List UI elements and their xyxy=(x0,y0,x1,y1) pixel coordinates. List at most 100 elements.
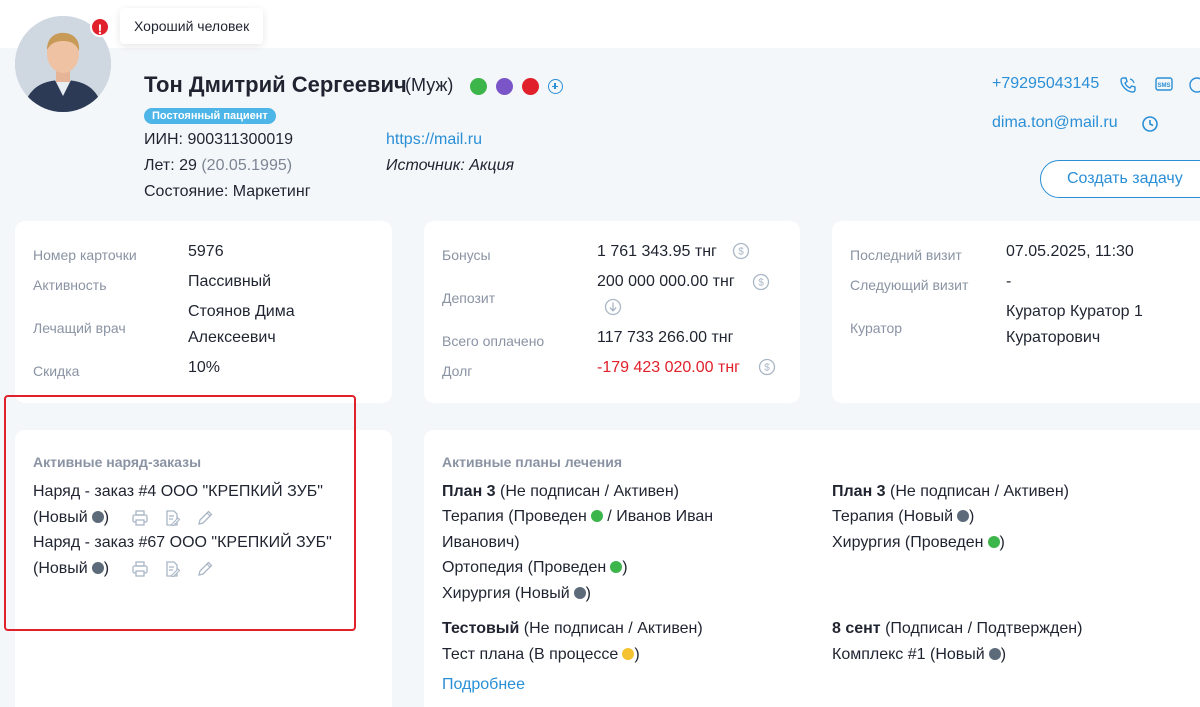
status-dot xyxy=(987,536,1000,548)
status-badge: Постоянный пациент xyxy=(144,108,276,124)
clock-icon[interactable] xyxy=(1141,115,1159,133)
plan-item-text: Хирургия (Новый xyxy=(442,585,570,602)
card-number-label: Номер карточки xyxy=(33,247,137,263)
plan-item: Комплекс #1 (Новый) xyxy=(832,642,1006,668)
card-number-value: 5976 xyxy=(188,243,224,260)
plan-name: План 3 xyxy=(442,483,496,500)
plan-item-close: ) xyxy=(969,508,975,525)
bonuses-value: 1 761 343.95 тнг xyxy=(597,243,717,260)
phone-icon[interactable] xyxy=(1119,76,1137,94)
bonuses-label: Бонусы xyxy=(442,247,491,263)
plan-header[interactable]: 8 сент (Подписан / Подтвержден) xyxy=(832,616,1082,642)
status-dot xyxy=(610,561,623,573)
plan-state: (Не подписан / Активен) xyxy=(890,483,1069,500)
doctor-label: Лечащий врач xyxy=(33,320,126,336)
tag-dot-red[interactable] xyxy=(522,78,539,95)
plan-state: (Не подписан / Активен) xyxy=(523,620,703,637)
plan-item: Хирургия (Проведен) xyxy=(832,530,1005,556)
highlight-frame xyxy=(4,395,356,631)
iin-value: 900311300019 xyxy=(187,131,294,148)
curator-value-line1: Куратор Куратор 1 xyxy=(1006,303,1143,320)
plan-item-text: Тест плана (В процессе xyxy=(442,646,619,663)
sms-icon[interactable]: SMS xyxy=(1155,76,1173,94)
plan-header[interactable]: План 3 (Не подписан / Активен) xyxy=(442,479,679,505)
curator-label: Куратор xyxy=(850,320,903,336)
plan-name: 8 сент xyxy=(832,620,881,637)
next-visit-label: Следующий визит xyxy=(850,277,969,293)
iin-row: ИИН: 900311300019 xyxy=(144,131,293,149)
patient-gender: (Муж) xyxy=(405,75,454,95)
plan-header[interactable]: Тестовый (Не подписан / Активен) xyxy=(442,616,703,642)
plan-item-close: ) xyxy=(1000,646,1007,663)
plan-item-text: Комплекс #1 (Новый xyxy=(832,646,985,663)
deposit-coin-icon[interactable]: $ xyxy=(752,273,770,291)
create-task-button[interactable]: Создать задачу xyxy=(1040,160,1200,198)
add-tag-icon[interactable] xyxy=(548,79,563,94)
deposit-label: Депозит xyxy=(442,290,496,306)
plan-item-close: ) xyxy=(585,585,591,602)
alert-icon[interactable]: ! xyxy=(90,17,110,37)
debt-value: -179 423 020.00 тнг xyxy=(597,359,740,376)
last-visit-label: Последний визит xyxy=(850,247,962,263)
state-row: Состояние: Маркетинг xyxy=(144,183,311,201)
svg-text:$: $ xyxy=(764,363,770,374)
plan-item-text: Терапия (Проведен xyxy=(442,508,587,525)
plan-item: Терапия (Проведен / Иванов Иван xyxy=(442,504,713,530)
activity-value: Пассивный xyxy=(188,273,272,290)
age-label: Лет: xyxy=(144,157,175,174)
svg-text:$: $ xyxy=(758,278,764,289)
plan-state: (Не подписан / Активен) xyxy=(500,483,679,500)
debt-label: Долг xyxy=(442,363,473,379)
whatsapp-icon[interactable] xyxy=(1188,76,1200,94)
plan-item-cont: Иванович) xyxy=(442,534,520,551)
plan-item: Ортопедия (Проведен) xyxy=(442,555,628,581)
patient-name: Тон Дмитрий Сергеевич xyxy=(144,72,407,97)
doctor-value-line1: Стоянов Дима xyxy=(188,303,295,320)
state-value: Маркетинг xyxy=(232,183,311,200)
plan-item: Хирургия (Новый) xyxy=(442,581,591,607)
svg-text:SMS: SMS xyxy=(1157,83,1170,89)
debt-coin-icon[interactable]: $ xyxy=(758,358,776,376)
plan-state: (Подписан / Подтвержден) xyxy=(885,620,1083,637)
withdraw-down-icon[interactable] xyxy=(604,298,622,316)
tag-dot-green[interactable] xyxy=(470,78,487,95)
age-value: 29 xyxy=(179,157,197,174)
plan-item-close: ) xyxy=(999,534,1005,551)
plan-item-text: Хирургия (Проведен xyxy=(832,534,984,551)
deposit-value: 200 000 000.00 тнг xyxy=(597,273,735,290)
paid-value: 117 733 266.00 тнг xyxy=(597,329,734,346)
website-link[interactable]: https://mail.ru xyxy=(386,131,482,149)
plan-item-text: Ортопедия (Проведен xyxy=(442,559,607,576)
status-dot xyxy=(590,510,603,522)
status-dot xyxy=(988,648,1001,660)
plan-name: План 3 xyxy=(832,483,886,500)
plan-item-text: Терапия (Новый xyxy=(832,508,953,525)
discount-label: Скидка xyxy=(33,363,80,379)
more-link[interactable]: Подробнее xyxy=(442,676,525,694)
bonus-coin-icon[interactable]: $ xyxy=(732,242,750,260)
svg-text:$: $ xyxy=(738,247,744,258)
plan-header[interactable]: План 3 (Не подписан / Активен) xyxy=(832,479,1069,505)
plan-item: Тест плана (В процессе) xyxy=(442,642,640,668)
age-row: Лет: 29 (20.05.1995) xyxy=(144,157,292,175)
plans-title: Активные планы лечения xyxy=(442,454,623,470)
paid-label: Всего оплачено xyxy=(442,333,545,349)
next-visit-value: - xyxy=(1006,273,1012,290)
plan-item-doctor: / Иванов Иван xyxy=(607,508,714,525)
status-dot xyxy=(957,510,969,522)
iin-label: ИИН: xyxy=(144,131,183,148)
plan-item-close: ) xyxy=(634,646,640,663)
activity-label: Активность xyxy=(33,277,107,293)
tag-dot-purple[interactable] xyxy=(496,78,513,95)
email-link[interactable]: dima.ton@mail.ru xyxy=(992,114,1118,132)
plan-item: Терапия (Новый) xyxy=(832,504,974,530)
doctor-value-line2: Алексеевич xyxy=(188,329,276,346)
source-text: Источник: Акция xyxy=(386,157,515,174)
curator-value-line2: Кураторович xyxy=(1006,329,1101,346)
last-visit-value: 07.05.2025, 11:30 xyxy=(1006,243,1134,260)
tag-dots xyxy=(470,78,563,95)
phone-link[interactable]: +79295043145 xyxy=(992,75,1099,93)
tooltip: Хороший человек xyxy=(120,8,264,44)
discount-value: 10% xyxy=(188,359,221,376)
plan-name: Тестовый xyxy=(442,620,520,637)
